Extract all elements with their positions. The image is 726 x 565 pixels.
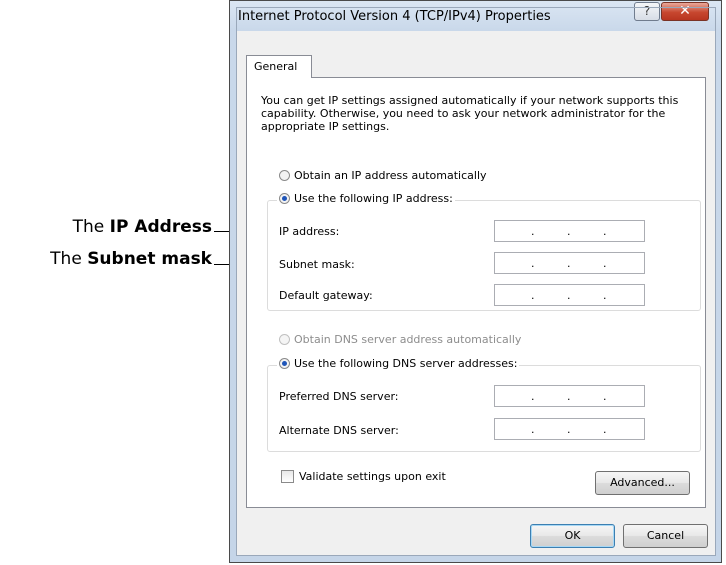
ip-address-callout: The IP Address (14, 217, 212, 237)
window-title: Internet Protocol Version 4 (TCP/IPv4) P… (238, 9, 551, 24)
ip-address-label: IP address: (279, 225, 340, 238)
ok-button[interactable]: OK (530, 524, 615, 548)
obtain-dns-auto-radio[interactable] (279, 334, 290, 345)
use-following-ip-radio[interactable] (279, 193, 290, 204)
description-text: You can get IP settings assigned automat… (261, 94, 679, 133)
alternate-dns-label: Alternate DNS server: (279, 424, 399, 437)
subnet-mask-label: Subnet mask: (279, 258, 355, 271)
obtain-ip-auto-radio[interactable] (279, 170, 290, 181)
obtain-ip-auto-option[interactable]: Obtain an IP address automatically (279, 169, 487, 182)
use-following-dns-option[interactable]: Use the following DNS server addresses: (277, 357, 520, 370)
subnet-mask-input[interactable]: ... (494, 252, 645, 274)
ip-callout-bold: IP Address (109, 217, 212, 237)
obtain-dns-auto-label: Obtain DNS server address automatically (294, 333, 522, 346)
subnet-mask-callout: The Subnet mask (14, 249, 212, 269)
advanced-button[interactable]: Advanced... (595, 471, 690, 495)
validate-settings-checkbox[interactable] (281, 470, 294, 483)
alternate-dns-input[interactable]: ... (494, 418, 645, 440)
default-gateway-input[interactable]: ... (494, 284, 645, 306)
validate-settings-label: Validate settings upon exit (299, 470, 446, 483)
preferred-dns-label: Preferred DNS server: (279, 390, 399, 403)
subnet-callout-prefix: The (50, 249, 88, 269)
use-following-ip-option[interactable]: Use the following IP address: (277, 192, 455, 205)
help-button[interactable]: ? (634, 2, 660, 21)
help-icon: ? (643, 4, 651, 18)
use-following-dns-radio[interactable] (279, 358, 290, 369)
subnet-callout-bold: Subnet mask (87, 249, 212, 269)
obtain-dns-auto-option[interactable]: Obtain DNS server address automatically (279, 333, 521, 346)
ip-callout-prefix: The (72, 217, 110, 237)
obtain-ip-auto-label: Obtain an IP address automatically (294, 169, 487, 182)
use-following-ip-label: Use the following IP address: (294, 192, 453, 205)
close-icon: ✕ (679, 3, 691, 19)
ip-address-input[interactable]: ... (494, 220, 645, 242)
cancel-button[interactable]: Cancel (623, 524, 708, 548)
use-following-dns-label: Use the following DNS server addresses: (294, 357, 518, 370)
validate-settings-option[interactable]: Validate settings upon exit (281, 470, 446, 483)
default-gateway-label: Default gateway: (279, 289, 373, 302)
tab-general[interactable]: General (246, 55, 312, 78)
preferred-dns-input[interactable]: ... (494, 385, 645, 407)
close-button[interactable]: ✕ (661, 2, 709, 21)
